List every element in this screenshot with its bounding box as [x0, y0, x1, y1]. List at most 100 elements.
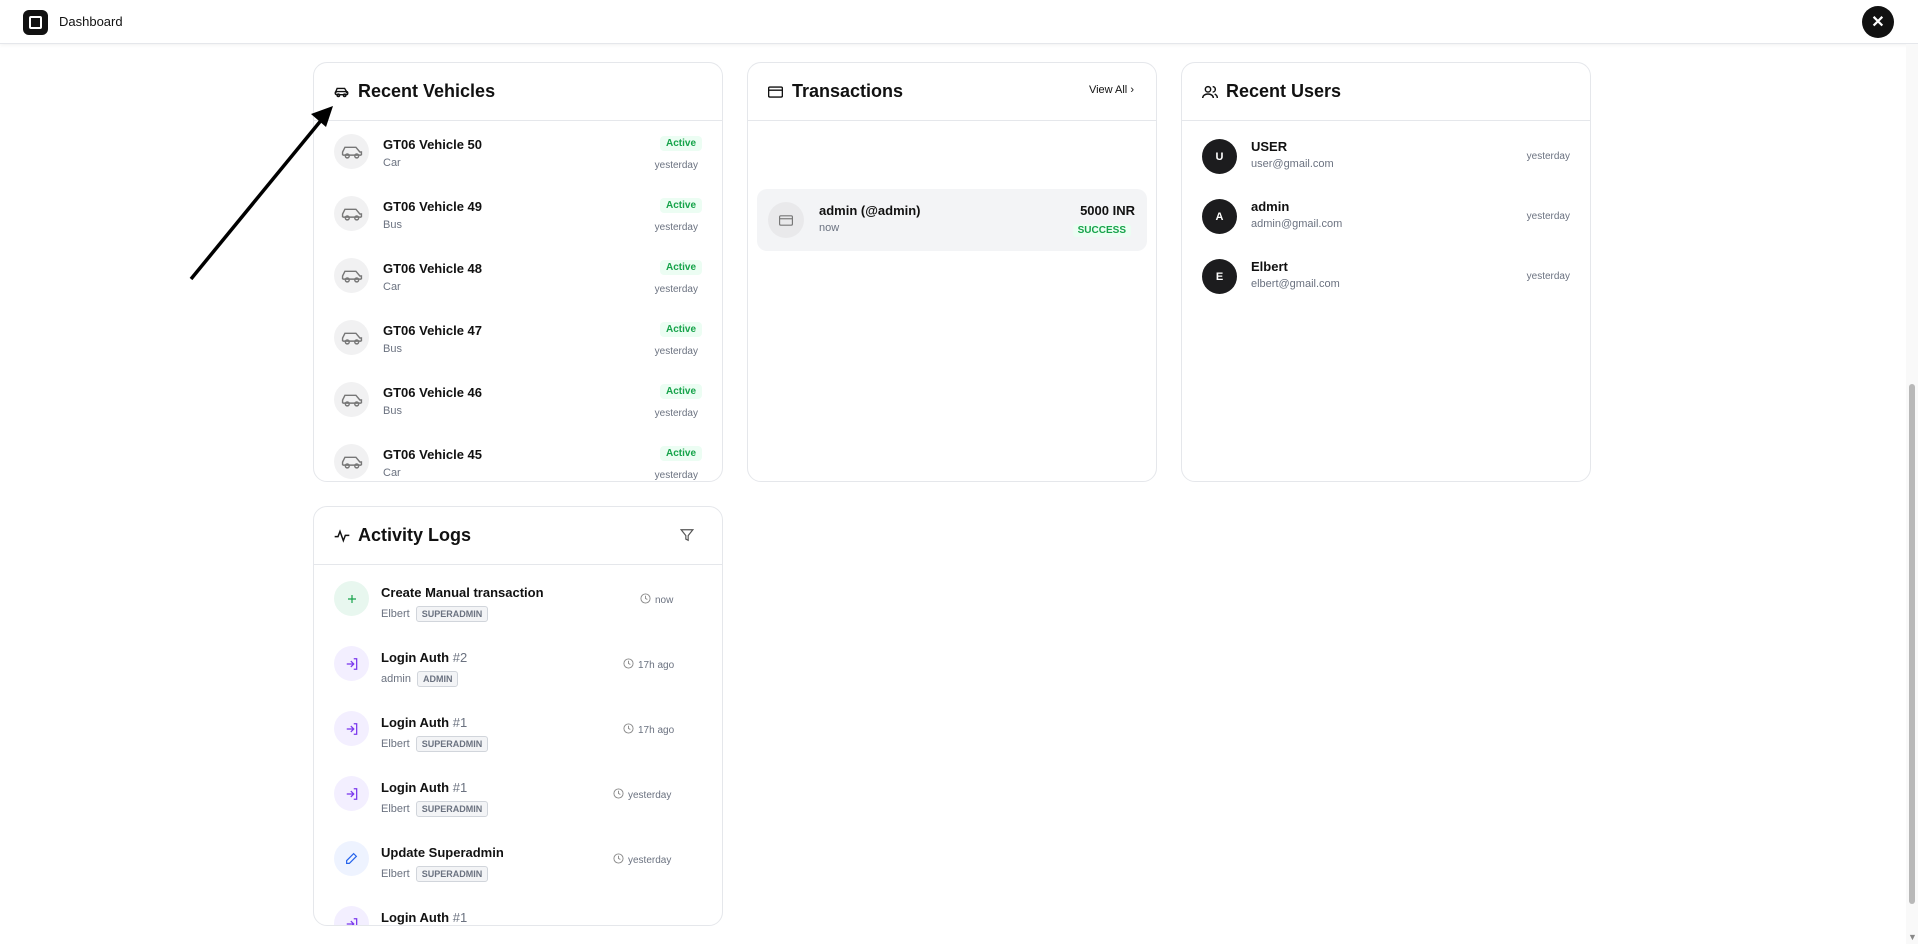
log-action: Update Superadmin — [381, 845, 504, 860]
vehicle-row[interactable]: GT06 Vehicle 46 Bus Active yesterday — [314, 370, 722, 432]
credit-card-icon — [768, 202, 804, 238]
vehicle-type: Car — [383, 157, 401, 169]
vehicle-row[interactable]: GT06 Vehicle 50 Car Active yesterday — [314, 122, 722, 184]
log-time: yesterday — [613, 788, 671, 802]
vehicle-name: GT06 Vehicle 50 — [383, 137, 483, 152]
user-row[interactable]: E Elbert elbert@gmail.com yesterday — [1182, 247, 1590, 307]
status-badge: Active — [659, 384, 702, 399]
vehicle-type: Bus — [383, 405, 402, 417]
chevron-right-icon: › — [1130, 84, 1134, 96]
car-icon — [334, 382, 369, 417]
close-button[interactable]: ✕ — [1862, 6, 1894, 38]
clock-icon — [613, 788, 624, 802]
avatar: E — [1202, 259, 1237, 294]
vehicle-name: GT06 Vehicle 48 — [383, 261, 483, 276]
vehicle-name: GT06 Vehicle 46 — [383, 385, 483, 400]
vehicle-row[interactable]: GT06 Vehicle 49 Bus Active yesterday — [314, 184, 722, 246]
user-name: Elbert — [1251, 259, 1288, 274]
transactions-card: Transactions View All › admin (@admin) n… — [747, 62, 1157, 482]
log-user-name: Elbert — [381, 802, 410, 815]
vehicle-time: yesterday — [654, 408, 698, 419]
car-icon — [334, 196, 369, 231]
recent-users-card: Recent Users U USER user@gmail.com yesterda… — [1181, 62, 1591, 482]
vehicle-time: yesterday — [654, 160, 698, 171]
log-time-label: 17h ago — [638, 724, 675, 736]
vehicle-row[interactable]: GT06 Vehicle 48 Car Active yesterday — [314, 246, 722, 308]
vehicle-type: Car — [383, 281, 401, 293]
log-user: admin ADMIN — [381, 671, 459, 687]
log-action: Login Auth #2 — [381, 650, 467, 665]
users-icon — [1202, 84, 1218, 100]
vehicle-row[interactable]: GT06 Vehicle 45 Car Active yesterday — [314, 432, 722, 481]
view-all-link[interactable]: View All › — [1089, 84, 1134, 96]
status-badge: Active — [659, 260, 702, 275]
page-scrollbar[interactable]: ▼ — [1906, 44, 1918, 944]
log-number: #2 — [452, 650, 468, 665]
vehicle-row[interactable]: GT06 Vehicle 47 Bus Active yesterday — [314, 308, 722, 370]
app-title: Dashboard — [59, 14, 123, 29]
role-badge: SUPERADMIN — [415, 606, 489, 622]
log-row[interactable]: Create Manual transaction Elbert SUPERADMI… — [314, 566, 722, 631]
user-row[interactable]: Aadmin admin@gmail.com yesterday — [1182, 187, 1590, 247]
filter-icon[interactable] — [679, 528, 695, 547]
user-email: elbert@gmail.com — [1251, 278, 1340, 290]
status-badge: Active — [659, 446, 702, 461]
log-action: Login Auth #1 — [381, 780, 467, 795]
log-row[interactable]: Update Superadmin Elbert SUPERADMIN yesterd… — [314, 826, 722, 891]
log-action: Login Auth #1 — [381, 910, 467, 925]
login-icon — [334, 776, 369, 811]
clock-icon — [623, 723, 634, 737]
transaction-row[interactable]: admin (@admin) now 5000 INR SUCCESS — [757, 189, 1147, 251]
status-badge: Active — [659, 136, 702, 151]
log-row[interactable]: Login Auth #1 — [314, 891, 722, 925]
login-icon — [334, 906, 369, 925]
log-action: Create Manual transaction — [381, 585, 544, 600]
transaction-amount: 5000 INR — [1080, 203, 1135, 218]
log-time-label: yesterday — [628, 854, 672, 866]
log-time: now — [640, 593, 673, 607]
user-name: USER — [1251, 139, 1288, 154]
user-email: user@gmail.com — [1251, 158, 1334, 170]
log-row[interactable]: Login Auth #1 Elbert SUPERADMIN yesterday — [314, 761, 722, 826]
car-icon — [334, 444, 369, 479]
user-time: yesterday — [1526, 211, 1570, 222]
clock-icon — [613, 853, 624, 867]
log-user: Elbert SUPERADMIN — [381, 736, 489, 752]
log-row[interactable]: Login Auth #2 admin ADMIN 17h ago — [314, 631, 722, 696]
role-badge: SUPERADMIN — [415, 866, 489, 882]
vehicle-time: yesterday — [654, 470, 698, 481]
recent-users-header: Recent Users — [1182, 63, 1590, 121]
log-action-label: Login Auth — [381, 780, 450, 795]
recent-vehicles-header: Recent Vehicles — [314, 63, 722, 121]
app-logo-icon[interactable] — [23, 10, 48, 35]
log-time: 17h ago — [623, 658, 674, 672]
log-number: #1 — [452, 715, 468, 730]
scrollbar-thumb[interactable] — [1909, 384, 1915, 904]
login-icon — [334, 711, 369, 746]
log-action-label: Login Auth — [381, 650, 450, 665]
log-user: Elbert SUPERADMIN — [381, 801, 489, 817]
user-time: yesterday — [1526, 271, 1570, 282]
activity-logs-header: Activity Logs — [314, 507, 722, 565]
vehicle-type: Bus — [383, 219, 402, 231]
vehicle-name: GT06 Vehicle 45 — [383, 447, 483, 462]
user-time: yesterday — [1526, 151, 1570, 162]
activity-logs-card: Activity Logs Create Manual transaction E… — [313, 506, 723, 926]
login-icon — [334, 646, 369, 681]
log-row[interactable]: Login Auth #1 Elbert SUPERADMIN 17h ago — [314, 696, 722, 761]
user-row[interactable]: U USER user@gmail.com yesterday — [1182, 127, 1590, 187]
vehicle-type: Bus — [383, 343, 402, 355]
log-number: #1 — [452, 780, 468, 795]
clock-icon — [623, 658, 634, 672]
log-time: 17h ago — [623, 723, 674, 737]
vehicle-name: GT06 Vehicle 47 — [383, 323, 483, 338]
log-action: Login Auth #1 — [381, 715, 467, 730]
log-action-label: Login Auth — [381, 910, 450, 925]
car-icon — [334, 134, 369, 169]
transaction-status-badge: SUCCESS — [1072, 224, 1131, 237]
scroll-down-icon[interactable]: ▼ — [1908, 932, 1917, 942]
recent-users-title: Recent Users — [1226, 81, 1342, 101]
log-user: Elbert SUPERADMIN — [381, 866, 489, 882]
log-action-label: Login Auth — [381, 715, 450, 730]
transaction-user: admin (@admin) — [819, 203, 921, 218]
